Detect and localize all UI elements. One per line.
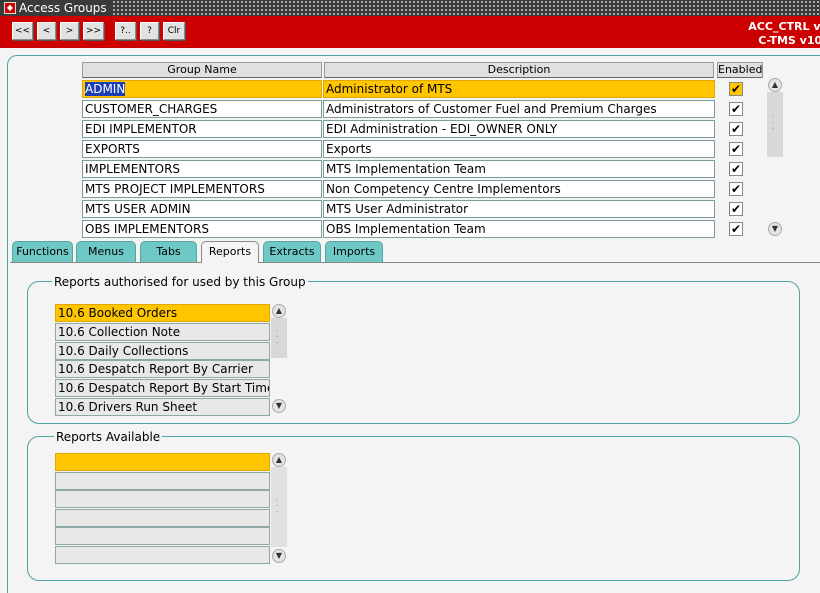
group-name-text: ADMIN (85, 82, 126, 96)
report-list-item[interactable]: 10.6 Collection Note (55, 323, 270, 341)
group-name-cell[interactable]: ADMIN (82, 80, 322, 98)
reports-available-title: Reports Available (54, 430, 163, 444)
available-list-item[interactable] (55, 490, 270, 508)
last-record-button[interactable]: >> (83, 22, 104, 40)
enter-query-button[interactable]: ?.. (115, 22, 136, 40)
group-name-cell[interactable]: MTS USER ADMIN (82, 200, 322, 218)
description-cell[interactable]: MTS User Administrator (323, 200, 715, 218)
grip-icon: · · · (276, 327, 279, 347)
report-list-item[interactable]: 10.6 Drivers Run Sheet (55, 398, 270, 416)
enabled-checkbox[interactable]: ✔ (729, 102, 743, 116)
group-name-cell[interactable]: MTS PROJECT IMPLEMENTORS (82, 180, 322, 198)
group-name-cell[interactable]: IMPLEMENTORS (82, 160, 322, 178)
enabled-checkbox[interactable]: ✔ (729, 122, 743, 136)
tab-extracts[interactable]: Extracts (263, 241, 321, 262)
description-cell[interactable]: EDI Administration - EDI_OWNER ONLY (323, 120, 715, 138)
description-cell[interactable]: Exports (323, 140, 715, 158)
available-list-item[interactable] (55, 453, 270, 471)
scroll-up-icon[interactable]: ▲ (272, 304, 286, 318)
app-version: ACC_CTRL v2.4 C-TMS v10.7 (748, 20, 820, 48)
description-cell[interactable]: Administrators of Customer Fuel and Prem… (323, 100, 715, 118)
toolbar: << < > >> ?.. ? Clr ACC_CTRL v2.4 C-TMS … (0, 16, 820, 48)
group-name-cell[interactable]: OBS IMPLEMENTORS (82, 220, 322, 238)
window-title-bar: ◆ Access Groups (0, 0, 820, 16)
tab-reports[interactable]: Reports (201, 241, 259, 263)
next-record-button[interactable]: > (60, 22, 79, 40)
description-cell[interactable]: Non Competency Centre Implementors (323, 180, 715, 198)
group-name-cell[interactable]: EXPORTS (82, 140, 322, 158)
description-cell[interactable]: OBS Implementation Team (323, 220, 715, 238)
description-cell[interactable]: MTS Implementation Team (323, 160, 715, 178)
available-list-scrollbar[interactable]: ▲ · · · ▼ (271, 453, 287, 564)
available-list-item[interactable] (55, 509, 270, 527)
tab-tabs[interactable]: Tabs (140, 241, 197, 262)
group-name-cell[interactable]: CUSTOMER_CHARGES (82, 100, 322, 118)
scroll-down-icon[interactable]: ▼ (272, 399, 286, 413)
available-list-item[interactable] (55, 546, 270, 564)
window-title: Access Groups (19, 1, 107, 15)
oracle-forms-icon: ◆ (4, 2, 16, 14)
scroll-up-icon[interactable]: ▲ (272, 453, 286, 467)
tab-imports[interactable]: Imports (325, 241, 383, 262)
report-list-item[interactable]: 10.6 Despatch Report By Start Time (55, 379, 270, 397)
scroll-up-icon[interactable]: ▲ (768, 78, 782, 92)
report-list-item[interactable]: 10.6 Despatch Report By Carrier (55, 360, 270, 378)
tab-functions[interactable]: Functions (12, 241, 73, 262)
available-list-item[interactable] (55, 472, 270, 490)
app-version-line2: C-TMS v10.7 (758, 34, 820, 47)
execute-query-button[interactable]: ? (140, 22, 159, 40)
first-record-button[interactable]: << (12, 22, 33, 40)
grip-icon: · · · (772, 113, 775, 133)
group-name-cell[interactable]: EDI IMPLEMENTOR (82, 120, 322, 138)
enabled-checkbox[interactable]: ✔ (729, 202, 743, 216)
description-cell[interactable]: Administrator of MTS (323, 80, 715, 98)
column-header-group-name: Group Name (82, 62, 322, 78)
report-list-item[interactable]: 10.6 Booked Orders (55, 304, 270, 322)
enabled-checkbox[interactable]: ✔ (729, 162, 743, 176)
tab-menus[interactable]: Menus (76, 241, 136, 262)
enabled-checkbox[interactable]: ✔ (729, 82, 743, 96)
enabled-checkbox[interactable]: ✔ (729, 182, 743, 196)
authorised-list-scrollbar[interactable]: ▲ · · · ▼ (271, 304, 287, 414)
scroll-down-icon[interactable]: ▼ (272, 549, 286, 563)
column-header-enabled: Enabled (717, 62, 763, 78)
scroll-down-icon[interactable]: ▼ (768, 222, 782, 236)
report-list-item[interactable]: 10.6 Daily Collections (55, 342, 270, 360)
reports-authorised-title: Reports authorised for used by this Grou… (52, 275, 308, 289)
previous-record-button[interactable]: < (37, 22, 56, 40)
enabled-checkbox[interactable]: ✔ (729, 142, 743, 156)
enabled-checkbox[interactable]: ✔ (729, 222, 743, 236)
clear-button[interactable]: Clr (163, 22, 185, 40)
column-header-description: Description (324, 62, 714, 78)
grip-icon: · · · (276, 496, 279, 516)
grid-scrollbar[interactable]: ▲ · · · ▼ (767, 78, 783, 238)
available-list-item[interactable] (55, 527, 270, 545)
app-version-line1: ACC_CTRL v2.4 (748, 20, 820, 33)
